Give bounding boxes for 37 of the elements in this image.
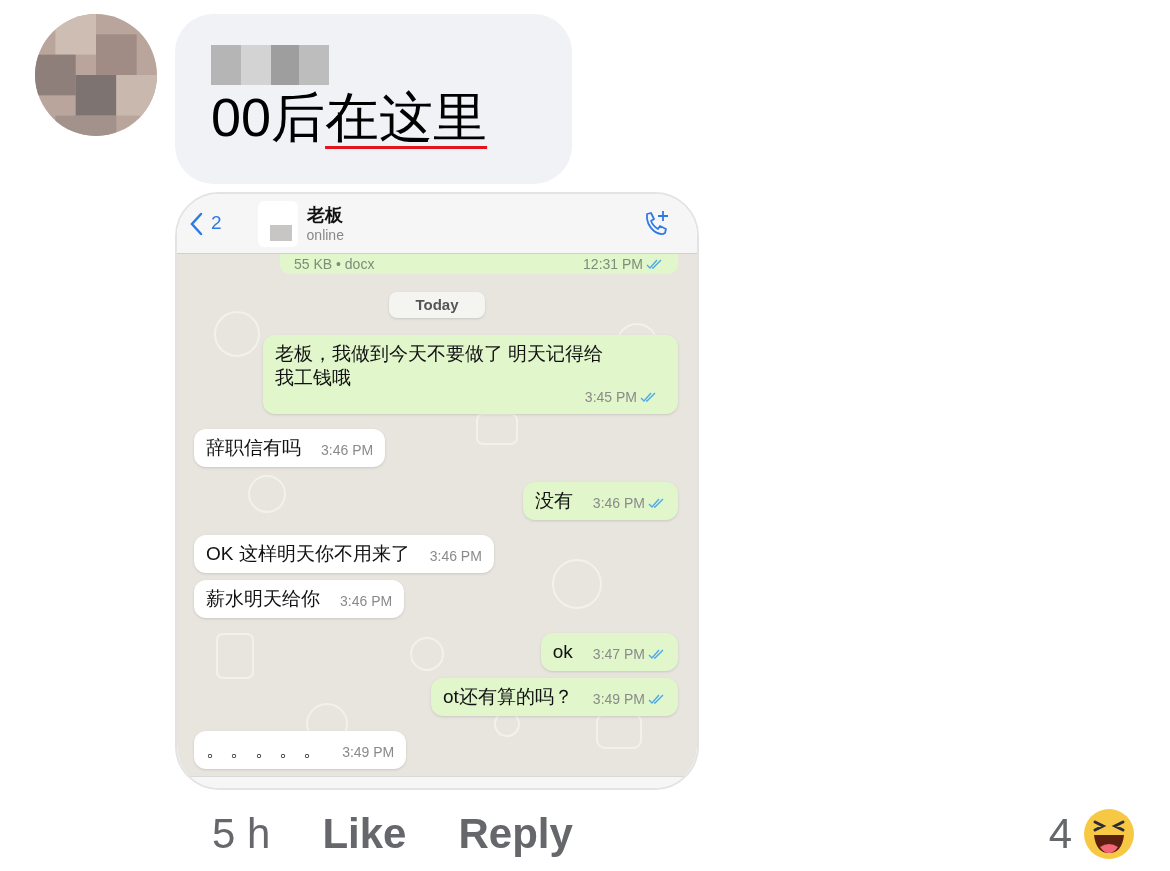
message-time: 3:49 PM bbox=[342, 743, 395, 761]
message-text: 辞职信有吗 bbox=[206, 436, 301, 460]
message-time: 3:46 PM bbox=[340, 592, 393, 610]
message-time: 12:31 PM bbox=[583, 254, 643, 274]
message-time: 3:45 PM bbox=[584, 388, 637, 406]
received-message-bubble[interactable]: 薪水明天给你 3:46 PM bbox=[194, 580, 405, 618]
back-count[interactable]: 2 bbox=[211, 209, 222, 238]
message-text: OK 这样明天你不用来了 bbox=[206, 542, 410, 566]
contact-name: 老板 bbox=[306, 203, 344, 226]
message-text: 薪水明天给你 bbox=[206, 587, 320, 611]
message-time: 3:46 PM bbox=[429, 547, 482, 565]
date-chip: Today bbox=[389, 292, 485, 318]
received-message-bubble[interactable]: OK 这样明天你不用来了 3:46 PM bbox=[194, 535, 494, 573]
laughing-emoji-icon[interactable] bbox=[1084, 809, 1134, 859]
file-info: 55 KB • docx bbox=[294, 254, 375, 274]
message-time: 3:47 PM bbox=[592, 645, 645, 663]
contact-status: online bbox=[306, 225, 344, 244]
sent-message-bubble[interactable]: 老板，我做到今天不要做了 明天记得给我工钱哦 3:45 PM bbox=[263, 335, 678, 414]
sent-message-bubble[interactable]: ok 3:47 PM bbox=[540, 633, 678, 671]
received-message-bubble[interactable]: 。 。 。 。 。 3:49 PM bbox=[194, 731, 407, 769]
message-text: ok bbox=[552, 640, 573, 664]
sent-message-bubble[interactable]: ot还有算的吗？ 3:49 PM bbox=[431, 678, 678, 716]
received-message-bubble[interactable]: 辞职信有吗 3:46 PM bbox=[194, 429, 386, 467]
comment-age: 5 h bbox=[212, 809, 271, 859]
message-text: 老板，我做到今天不要做了 明天记得给我工钱哦 bbox=[275, 342, 605, 390]
message-text: 没有 bbox=[534, 489, 573, 513]
reaction-count: 4 bbox=[1048, 809, 1072, 859]
sent-message-bubble[interactable]: 没有 3:46 PM bbox=[522, 482, 678, 520]
reply-link[interactable]: Reply bbox=[458, 806, 573, 862]
message-text: 。 。 。 。 。 bbox=[206, 738, 323, 762]
message-time: 3:46 PM bbox=[321, 441, 374, 459]
message-text: ot还有算的吗？ bbox=[443, 685, 573, 709]
like-link[interactable]: Like bbox=[322, 806, 407, 862]
comment-text: 00后在这里 bbox=[211, 86, 489, 149]
message-time: 3:46 PM bbox=[592, 494, 645, 512]
message-time: 3:49 PM bbox=[592, 690, 645, 708]
back-icon[interactable] bbox=[189, 211, 203, 236]
